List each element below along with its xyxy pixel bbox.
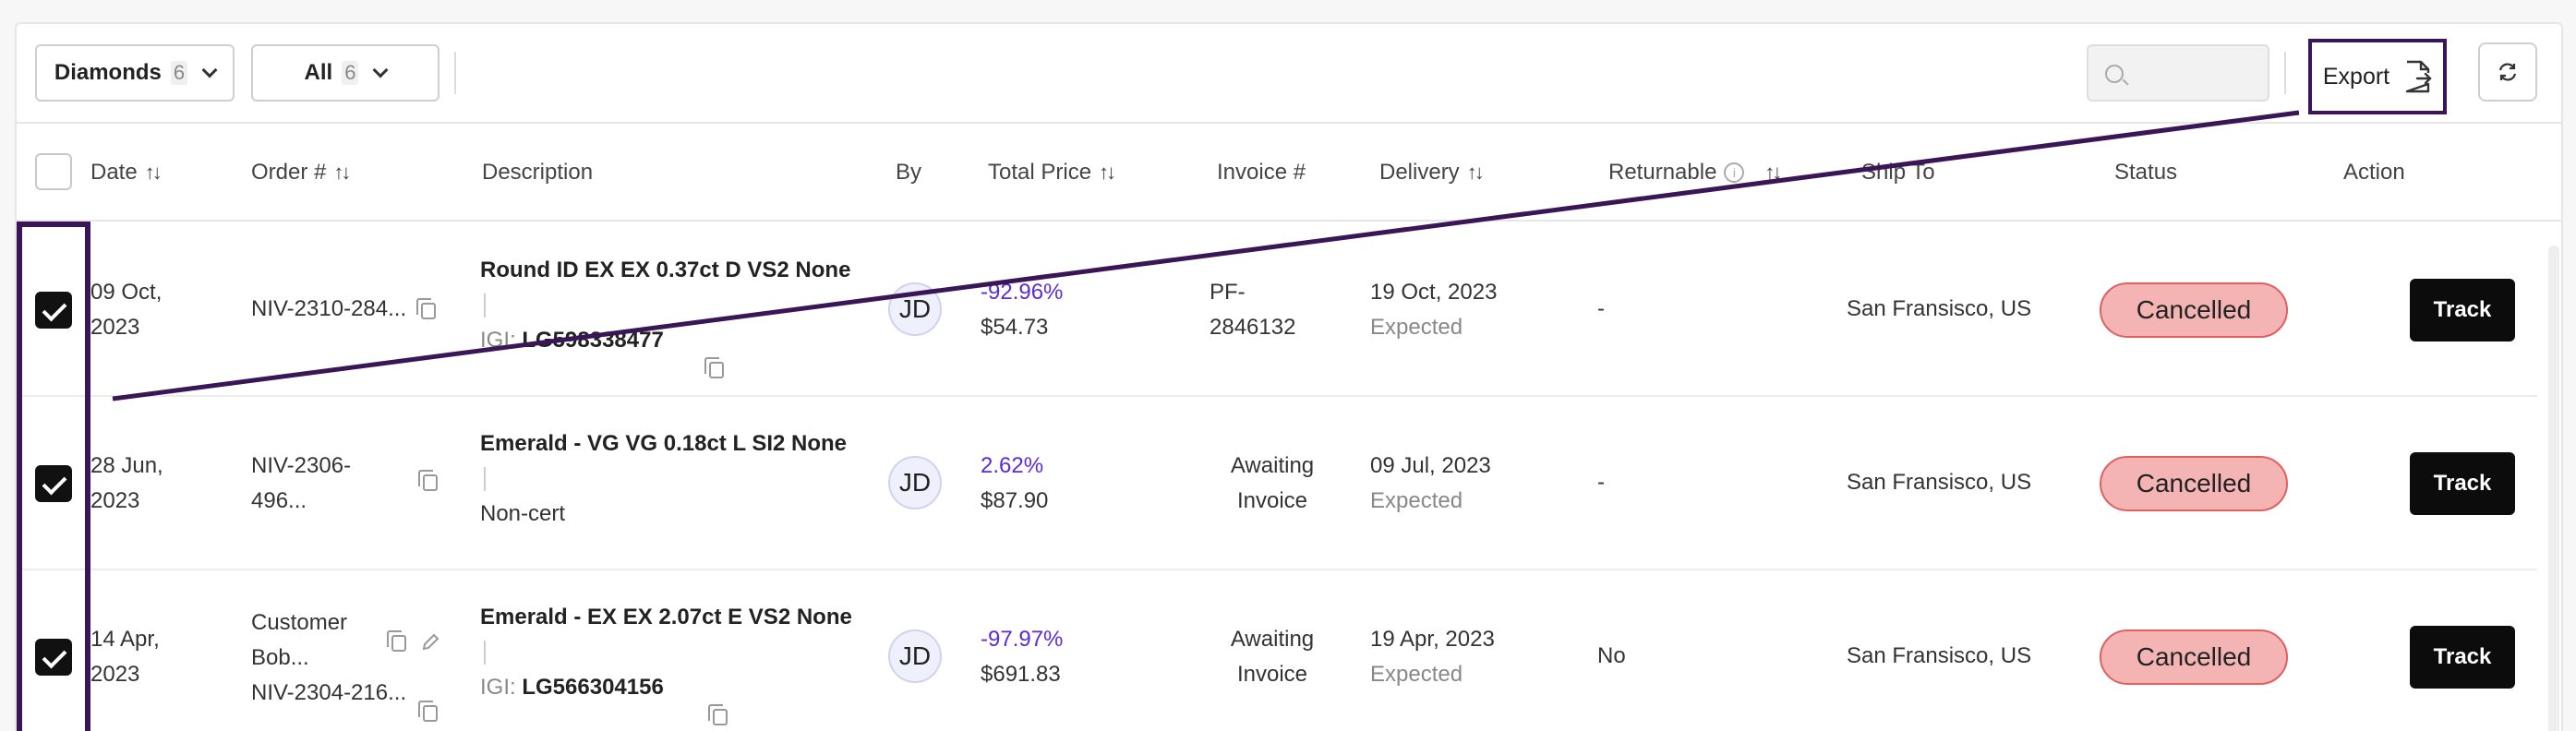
sort-icon: ↑↓ — [333, 161, 351, 184]
copy-icon[interactable] — [708, 704, 728, 725]
status-filter-label: All — [304, 60, 333, 85]
chevron-down-icon — [201, 62, 218, 78]
order-date: 14 Apr, 2023 — [90, 627, 160, 687]
product-filter-count: 6 — [170, 61, 188, 85]
order-number: Customer Bob... NIV-2304-216... — [251, 610, 407, 705]
avatar: JD — [888, 456, 942, 509]
table-row[interactable]: 14 Apr, 2023 Customer Bob... NIV-2304-216..… — [17, 570, 2537, 731]
header-total-price[interactable]: Total Price ↑↓ — [988, 124, 1116, 222]
sort-icon: ↑↓ — [144, 161, 163, 184]
header-date[interactable]: Date ↑↓ — [90, 124, 163, 222]
sort-icon: ↑↓ — [1764, 161, 1782, 184]
order-date: 28 Jun, 2023 — [90, 453, 163, 513]
returnable: No — [1597, 643, 1626, 668]
select-all-checkbox[interactable] — [35, 153, 72, 190]
order-number: NIV-2310-284... — [251, 296, 407, 321]
delivery: 19 Oct, 2023 Expected — [1370, 280, 1498, 340]
toolbar-divider — [2284, 52, 2286, 94]
avatar: JD — [888, 629, 942, 683]
orders-panel: Diamonds 6 All 6 Export Date ↑↓ Order # … — [15, 22, 2563, 731]
chevron-down-icon — [372, 62, 389, 78]
status-filter-count: 6 — [342, 61, 359, 85]
copy-icon[interactable] — [416, 298, 436, 319]
delivery: 19 Apr, 2023 Expected — [1370, 627, 1495, 687]
avatar: JD — [888, 282, 942, 336]
info-icon: i — [1724, 162, 1745, 183]
invoice-number: Awaiting Invoice — [1230, 627, 1315, 687]
total-price: -97.97% $691.83 — [981, 627, 1064, 687]
status-badge: Cancelled — [2100, 629, 2288, 685]
header-description: Description — [482, 160, 594, 185]
header-invoice: Invoice # — [1217, 160, 1306, 185]
toolbar-divider — [454, 52, 456, 94]
ship-to: San Fransisco, US — [1847, 470, 2032, 495]
copy-icon[interactable] — [387, 630, 406, 652]
edit-icon[interactable] — [421, 633, 439, 652]
refresh-icon — [2498, 63, 2517, 81]
ship-to: San Fransisco, US — [1847, 296, 2032, 321]
description: Emerald - VG VG 0.18ct L SI2 None Non-ce… — [480, 431, 848, 526]
track-button[interactable]: Track — [2410, 452, 2515, 515]
status-badge: Cancelled — [2100, 282, 2288, 338]
total-price: -92.96% $54.73 — [981, 280, 1064, 340]
export-label: Export — [2322, 63, 2390, 90]
description: Emerald - EX EX 2.07ct E VS2 None IGI: L… — [480, 605, 852, 700]
toolbar: Diamonds 6 All 6 Export — [17, 24, 2561, 124]
copy-icon[interactable] — [418, 470, 438, 491]
ship-to: San Fransisco, US — [1847, 643, 2032, 668]
status-badge: Cancelled — [2100, 456, 2288, 511]
table-row[interactable]: 09 Oct, 2023 NIV-2310-284... Round ID EX … — [17, 223, 2537, 397]
sort-icon: ↑↓ — [1466, 161, 1485, 184]
header-order[interactable]: Order # ↑↓ — [251, 124, 351, 222]
order-date: 09 Oct, 2023 — [90, 280, 163, 340]
invoice-number: PF- 2846132 — [1210, 280, 1296, 340]
table-header: Date ↑↓ Order # ↑↓ Description By Total Pr… — [17, 124, 2561, 222]
search-input[interactable] — [2087, 44, 2269, 102]
table-row[interactable]: 28 Jun, 2023 NIV-2306- 496... Emerald - VG… — [17, 397, 2537, 570]
status-filter-dropdown[interactable]: All 6 — [251, 44, 439, 102]
refresh-button[interactable] — [2478, 42, 2537, 102]
header-returnable[interactable]: Returnable i ↑↓ — [1608, 124, 1782, 222]
product-filter-label: Diamonds — [54, 60, 162, 85]
product-filter-dropdown[interactable]: Diamonds 6 — [35, 44, 235, 102]
header-ship-to: Ship To — [1861, 160, 1935, 185]
order-number: NIV-2306- 496... — [251, 453, 352, 513]
returnable: - — [1597, 470, 1605, 495]
track-button[interactable]: Track — [2410, 626, 2515, 689]
copy-icon[interactable] — [418, 701, 438, 722]
copy-icon[interactable] — [704, 357, 724, 378]
total-price: 2.62% $87.90 — [981, 453, 1049, 513]
selection-highlight — [17, 222, 90, 731]
export-button[interactable]: Export — [2308, 39, 2447, 114]
delivery: 09 Jul, 2023 Expected — [1370, 453, 1491, 513]
header-action: Action — [2343, 160, 2405, 185]
sort-icon: ↑↓ — [1099, 161, 1116, 184]
header-by: By — [896, 160, 922, 185]
description: Round ID EX EX 0.37ct D VS2 None IGI: LG… — [480, 258, 851, 353]
header-status: Status — [2114, 160, 2178, 185]
file-export-icon — [2405, 60, 2432, 93]
track-button[interactable]: Track — [2410, 279, 2515, 342]
returnable: - — [1597, 296, 1605, 321]
vertical-scrollbar[interactable] — [2548, 246, 2559, 731]
search-icon — [2105, 65, 2124, 83]
header-delivery[interactable]: Delivery ↑↓ — [1379, 124, 1485, 222]
invoice-number: Awaiting Invoice — [1230, 453, 1315, 513]
